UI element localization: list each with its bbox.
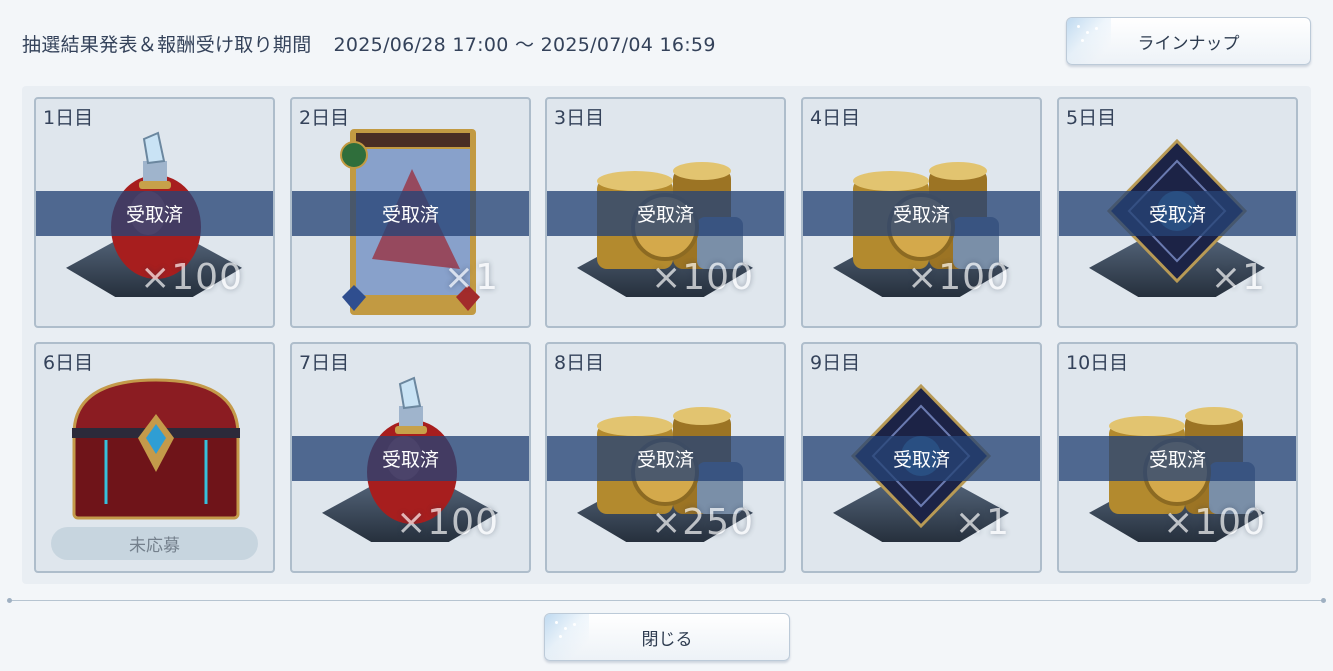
- quantity-label: ×1: [1210, 257, 1266, 298]
- sparkle-icon: [1067, 18, 1111, 64]
- quantity-label: ×100: [907, 257, 1010, 298]
- claimed-banner: 受取済: [292, 191, 529, 236]
- reward-card-day-9[interactable]: 9日目 ×1 受取済: [801, 342, 1042, 573]
- reward-card-day-6[interactable]: 6日目 未応募: [34, 342, 275, 573]
- quantity-label: ×100: [396, 502, 499, 543]
- quantity-label: ×1: [954, 502, 1010, 543]
- period-label: 抽選結果発表＆報酬受け取り期間: [22, 34, 312, 56]
- reward-card-day-7[interactable]: 7日目 ×100 受取済: [290, 342, 531, 573]
- claimed-banner: 受取済: [547, 436, 784, 481]
- period-range: 2025/06/28 17:00 ～ 2025/07/04 16:59: [333, 34, 716, 56]
- reward-period-heading: 抽選結果発表＆報酬受け取り期間 2025/06/28 17:00 ～ 2025/0…: [22, 30, 716, 57]
- reward-card-day-8[interactable]: 8日目 ×250 受取済: [545, 342, 786, 573]
- reward-grid: 1日目 ×100 受取済 2日目 ×1 受取済 3日目 ×100 受取済 4日目…: [22, 86, 1311, 584]
- close-button[interactable]: 閉じる: [544, 613, 790, 661]
- claimed-banner: 受取済: [1059, 436, 1296, 481]
- claimed-banner: 受取済: [803, 191, 1040, 236]
- claimed-banner: 受取済: [292, 436, 529, 481]
- claimed-banner: 受取済: [803, 436, 1040, 481]
- quantity-label: ×100: [651, 257, 754, 298]
- unapplied-badge: 未応募: [51, 527, 258, 560]
- quantity-label: ×250: [651, 502, 754, 543]
- reward-card-day-3[interactable]: 3日目 ×100 受取済: [545, 97, 786, 328]
- lineup-button[interactable]: ラインナップ: [1066, 17, 1311, 65]
- footer-divider: [7, 598, 1326, 603]
- reward-card-day-5[interactable]: 5日目 ×1 受取済: [1057, 97, 1298, 328]
- reward-card-day-4[interactable]: 4日目 ×100 受取済: [801, 97, 1042, 328]
- quantity-label: ×1: [443, 257, 499, 298]
- close-button-label: 閉じる: [641, 629, 693, 650]
- lineup-button-label: ラインナップ: [1137, 33, 1240, 54]
- claimed-banner: 受取済: [1059, 191, 1296, 236]
- reward-card-day-2[interactable]: 2日目 ×1 受取済: [290, 97, 531, 328]
- quantity-label: ×100: [140, 257, 243, 298]
- reward-card-day-1[interactable]: 1日目 ×100 受取済: [34, 97, 275, 328]
- claimed-banner: 受取済: [547, 191, 784, 236]
- reward-card-day-10[interactable]: 10日目 ×100 受取済: [1057, 342, 1298, 573]
- quantity-label: ×100: [1163, 502, 1266, 543]
- claimed-banner: 受取済: [36, 191, 273, 236]
- sparkle-icon: [545, 614, 589, 660]
